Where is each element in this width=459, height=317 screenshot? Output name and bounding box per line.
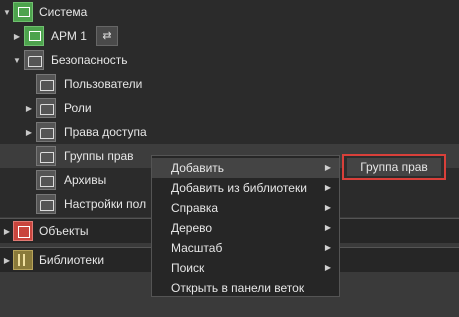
menu-item-label: Добавить из библиотеки — [171, 181, 307, 195]
submenu-add: Группа прав — [342, 154, 446, 180]
tree-node-users[interactable]: Пользователи — [0, 72, 459, 96]
panel-label: Библиотеки — [39, 253, 105, 267]
collapse-arrow-icon[interactable]: ▶ — [2, 227, 12, 236]
node-action-button[interactable]: ⇄ — [96, 26, 118, 46]
tree-node-label: Система — [39, 5, 88, 19]
tree-node-label: Безопасность — [51, 53, 128, 67]
folder-icon — [36, 98, 56, 118]
menu-item-tree[interactable]: Дерево ▶ — [152, 218, 339, 238]
folder-icon — [36, 194, 56, 214]
folder-icon — [24, 50, 44, 70]
submenu-item-rights-group[interactable]: Группа прав — [347, 158, 441, 176]
submenu-arrow-icon: ▶ — [324, 203, 331, 212]
collapse-arrow-icon[interactable]: ▶ — [2, 256, 12, 265]
menu-item-help[interactable]: Справка ▶ — [152, 198, 339, 218]
objects-icon — [13, 221, 33, 241]
menu-item-scale[interactable]: Масштаб ▶ — [152, 238, 339, 258]
menu-item-add[interactable]: Добавить ▶ — [152, 158, 339, 178]
menu-item-open-in-branch-panel[interactable]: Открыть в панели веток — [152, 278, 339, 298]
folder-icon — [36, 122, 56, 142]
tree-node-arm[interactable]: ▶ АРМ 1 — [0, 24, 459, 48]
submenu-arrow-icon: ▶ — [324, 263, 331, 272]
tree-node-security[interactable]: ▼ Безопасность — [0, 48, 459, 72]
tree-node-label: Настройки пол — [64, 197, 147, 211]
submenu-arrow-icon: ▶ — [324, 223, 331, 232]
expand-arrow-icon[interactable]: ▼ — [2, 8, 12, 17]
collapse-arrow-icon[interactable]: ▶ — [24, 128, 34, 137]
tree-node-system[interactable]: ▼ Система — [0, 0, 459, 24]
tree-node-label: Роли — [64, 101, 92, 115]
submenu-arrow-icon: ▶ — [324, 243, 331, 252]
tree-node-label: Архивы — [64, 173, 107, 187]
menu-item-label: Открыть в панели веток — [171, 281, 305, 295]
menu-item-label: Справка — [171, 201, 219, 215]
folder-icon — [36, 74, 56, 94]
menu-item-label: Поиск — [171, 261, 205, 275]
tree-node-label: Права доступа — [64, 125, 147, 139]
tree-node-roles[interactable]: ▶ Роли — [0, 96, 459, 120]
context-menu: Добавить ▶ Добавить из библиотеки ▶ Справк… — [151, 155, 340, 297]
expand-arrow-icon[interactable]: ▼ — [12, 56, 22, 65]
menu-item-label: Добавить — [171, 161, 225, 175]
system-icon — [13, 2, 33, 22]
collapse-arrow-icon[interactable]: ▶ — [12, 32, 22, 41]
submenu-arrow-icon: ▶ — [324, 183, 331, 192]
tree-node-label: Пользователи — [64, 77, 143, 91]
tree-node-access-rights[interactable]: ▶ Права доступа — [0, 120, 459, 144]
collapse-arrow-icon[interactable]: ▶ — [24, 104, 34, 113]
folder-icon — [36, 170, 56, 190]
menu-item-search[interactable]: Поиск ▶ — [152, 258, 339, 278]
submenu-arrow-icon: ▶ — [324, 163, 331, 172]
tree-node-label: Группы прав — [64, 149, 134, 163]
folder-icon — [36, 146, 56, 166]
menu-item-label: Масштаб — [171, 241, 223, 255]
menu-item-add-from-library[interactable]: Добавить из библиотеки ▶ — [152, 178, 339, 198]
workstation-icon — [24, 26, 44, 46]
menu-item-label: Дерево — [171, 221, 213, 235]
panel-label: Объекты — [39, 224, 89, 238]
libraries-icon — [13, 250, 33, 270]
tree-node-label: АРМ 1 — [51, 29, 87, 43]
